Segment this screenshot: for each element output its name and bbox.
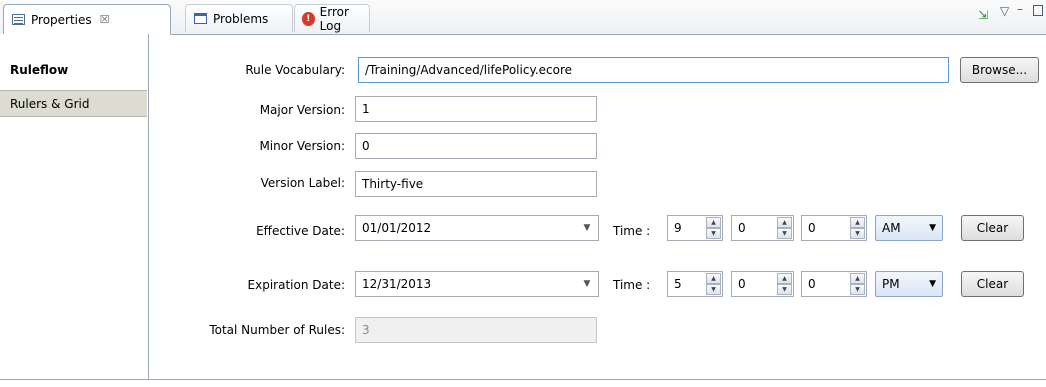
effective-date-label: Effective Date:	[256, 224, 345, 238]
expiration-second-value: 0	[808, 277, 816, 291]
total-rules-field: 3	[355, 317, 597, 343]
properties-icon	[12, 14, 25, 25]
section-tabs: Ruleflow Rulers & Grid	[0, 34, 149, 379]
spin-down-icon[interactable]: ▼	[850, 284, 865, 295]
pin-view-icon[interactable]: ⇲	[978, 8, 988, 22]
view-tab-bar: Properties ☒ Problems ! Error Log ⇲ ▽ –	[0, 0, 1046, 35]
total-rules-label: Total Number of Rules:	[209, 323, 345, 337]
expiration-minute-value: 0	[738, 277, 746, 291]
version-label-field[interactable]: Thirty-five	[355, 171, 597, 197]
total-rules-value: 3	[362, 323, 370, 337]
expiration-second-spinner[interactable]: 0 ▲ ▼	[801, 271, 867, 297]
view-menu-icon[interactable]: ▽	[1000, 4, 1009, 18]
minor-version-field[interactable]: 0	[355, 133, 597, 159]
expiration-date-combo[interactable]: 12/31/2013 ▼	[355, 271, 599, 297]
spin-down-icon[interactable]: ▼	[706, 284, 721, 295]
tab-properties-label: Properties	[31, 12, 92, 27]
expiration-clear-button[interactable]: Clear	[961, 271, 1024, 297]
sidebar-item-label: Rulers & Grid	[10, 96, 90, 111]
spinner-buttons[interactable]: ▲ ▼	[777, 217, 792, 239]
spinner-buttons[interactable]: ▲ ▼	[706, 217, 721, 239]
major-version-value: 1	[362, 102, 370, 116]
spinner-buttons[interactable]: ▲ ▼	[850, 273, 865, 295]
spin-up-icon[interactable]: ▲	[850, 217, 865, 228]
tab-problems[interactable]: Problems	[185, 4, 293, 32]
problems-icon	[194, 13, 207, 24]
expiration-date-label: Expiration Date:	[247, 278, 345, 292]
spin-up-icon[interactable]: ▲	[777, 273, 792, 284]
major-version-label: Major Version:	[259, 103, 345, 117]
expiration-ampm-value: PM	[882, 277, 900, 291]
effective-hour-spinner[interactable]: 9 ▲ ▼	[667, 215, 723, 241]
chevron-down-icon: ▼	[929, 223, 936, 233]
chevron-down-icon: ▼	[929, 279, 936, 289]
rule-vocabulary-field[interactable]: /Training/Advanced/lifePolicy.ecore	[358, 57, 949, 83]
minor-version-value: 0	[362, 139, 370, 153]
expiration-ampm-select[interactable]: PM ▼	[875, 271, 943, 297]
effective-second-value: 0	[808, 221, 816, 235]
effective-time-label: Time :	[613, 224, 651, 238]
spinner-buttons[interactable]: ▲ ▼	[706, 273, 721, 295]
version-label-label: Version Label:	[260, 176, 345, 190]
effective-minute-value: 0	[738, 221, 746, 235]
major-version-field[interactable]: 1	[355, 96, 597, 122]
browse-button[interactable]: Browse...	[960, 57, 1039, 83]
expiration-hour-value: 5	[674, 277, 682, 291]
effective-date-combo[interactable]: 01/01/2012 ▼	[355, 215, 599, 241]
sidebar-item-ruleflow[interactable]: Ruleflow	[0, 56, 147, 83]
effective-second-spinner[interactable]: 0 ▲ ▼	[801, 215, 867, 241]
tab-error-log-label: Error Log	[319, 4, 349, 33]
effective-minute-spinner[interactable]: 0 ▲ ▼	[731, 215, 794, 241]
expiration-date-value: 12/31/2013	[362, 277, 432, 291]
rule-vocabulary-label: Rule Vocabulary:	[245, 63, 345, 77]
effective-ampm-value: AM	[882, 221, 901, 235]
spin-up-icon[interactable]: ▲	[777, 217, 792, 228]
tab-properties[interactable]: Properties ☒	[3, 4, 171, 35]
effective-date-value: 01/01/2012	[362, 221, 432, 235]
spin-down-icon[interactable]: ▼	[706, 228, 721, 239]
minimize-icon[interactable]: –	[1017, 2, 1023, 16]
rule-vocabulary-value: /Training/Advanced/lifePolicy.ecore	[365, 63, 573, 77]
tab-problems-label: Problems	[213, 11, 269, 26]
version-label-value: Thirty-five	[362, 177, 424, 191]
error-log-icon: !	[302, 11, 315, 26]
expiration-hour-spinner[interactable]: 5 ▲ ▼	[667, 271, 723, 297]
close-icon[interactable]: ☒	[100, 13, 110, 26]
effective-ampm-select[interactable]: AM ▼	[875, 215, 943, 241]
expiration-time-label: Time :	[613, 278, 651, 292]
divider	[0, 379, 1046, 380]
spin-down-icon[interactable]: ▼	[850, 228, 865, 239]
spin-up-icon[interactable]: ▲	[706, 273, 721, 284]
maximize-icon[interactable]	[1033, 5, 1043, 16]
sidebar-item-rulers-grid[interactable]: Rulers & Grid	[0, 90, 147, 117]
spin-down-icon[interactable]: ▼	[777, 228, 792, 239]
spin-up-icon[interactable]: ▲	[706, 217, 721, 228]
effective-hour-value: 9	[674, 221, 682, 235]
spin-up-icon[interactable]: ▲	[850, 273, 865, 284]
spinner-buttons[interactable]: ▲ ▼	[850, 217, 865, 239]
spin-down-icon[interactable]: ▼	[777, 284, 792, 295]
chevron-down-icon[interactable]: ▼	[576, 272, 598, 296]
spinner-buttons[interactable]: ▲ ▼	[777, 273, 792, 295]
sidebar-item-label: Ruleflow	[10, 62, 69, 77]
minor-version-label: Minor Version:	[259, 139, 345, 153]
effective-clear-button[interactable]: Clear	[961, 215, 1024, 241]
expiration-minute-spinner[interactable]: 0 ▲ ▼	[731, 271, 794, 297]
chevron-down-icon[interactable]: ▼	[576, 216, 598, 240]
tab-error-log[interactable]: ! Error Log	[294, 4, 370, 33]
